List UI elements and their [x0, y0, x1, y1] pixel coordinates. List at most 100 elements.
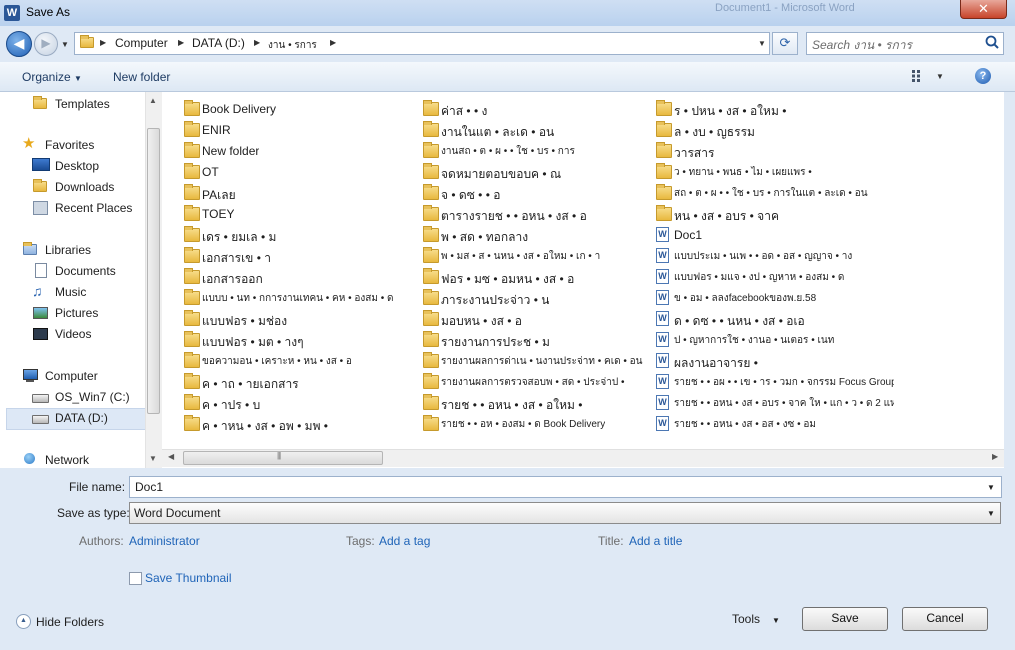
folder-item[interactable]: รายช • • อห • องสม • ด Book Delivery	[423, 414, 659, 434]
recent-pages-chevron-icon[interactable]: ▼	[61, 40, 69, 49]
nav-item[interactable]: Recent Places	[10, 198, 142, 218]
nav-item[interactable]: ♫ Music	[10, 282, 142, 302]
document-item[interactable]: W ป • ญหาการใช • งานอ • นเตอร • เนท	[656, 330, 892, 350]
document-item[interactable]: W แบบประเม • นเพ • • อด • อส • ญญาจ • าง	[656, 246, 892, 266]
breadcrumb-computer[interactable]: Computer	[115, 36, 168, 50]
folder-item[interactable]: ตารางรายช • • อหน • งส • อ	[423, 204, 659, 224]
file-name-value[interactable]: Doc1	[135, 480, 163, 494]
folder-item[interactable]: รายงานผลการด่าเน • นงานประจ่าท • คเด • อ…	[423, 351, 659, 371]
title-input[interactable]: Add a title	[629, 534, 682, 548]
hide-folders-chevron-icon[interactable]: ▲	[16, 614, 31, 629]
folder-item[interactable]: ค่าส • • ง	[423, 99, 659, 119]
folder-item[interactable]: รายงานการประช • ม	[423, 330, 659, 350]
authors-value[interactable]: Administrator	[129, 534, 200, 548]
nav-item[interactable]: Network	[10, 450, 142, 470]
back-button[interactable]: ◀	[6, 31, 32, 57]
folder-item[interactable]: แบบบ • นท • กการงานเทคน • คห • องสม • ด	[184, 288, 420, 308]
folder-item[interactable]: เอกสารเข • า	[184, 246, 420, 266]
document-item[interactable]: W รายช • • อหน • งส • อบร • จาค ให • แก •…	[656, 393, 894, 413]
file-name-dropdown-icon[interactable]: ▼	[987, 483, 995, 492]
folder-item[interactable]: สถ • ต • ผ • • ใช • บร • การในแต • ละเด …	[656, 183, 892, 203]
folder-item[interactable]: วารสาร	[656, 141, 892, 161]
folder-item[interactable]: พ • มส • ส • นหน • งส • อใหม • เก • า	[423, 246, 659, 266]
scroll-right-icon[interactable]: ▶	[992, 452, 998, 461]
nav-item[interactable]: Downloads	[10, 177, 142, 197]
folder-item[interactable]: ค • าปร • บ	[184, 393, 420, 413]
cancel-button[interactable]: Cancel	[902, 607, 988, 631]
folder-item[interactable]: TOEY	[184, 204, 420, 224]
scroll-down-icon[interactable]: ▼	[149, 454, 157, 463]
forward-button[interactable]: ▶	[34, 32, 58, 56]
folder-item[interactable]: จ • ดซ • • อ	[423, 183, 659, 203]
document-item[interactable]: W ด • ดซ • • นหน • งส • อเอ	[656, 309, 892, 329]
views-icon[interactable]	[912, 70, 926, 82]
views-dropdown-icon[interactable]: ▼	[936, 72, 944, 81]
nav-item[interactable]: Libraries	[10, 240, 142, 260]
refresh-button[interactable]: ⟳	[772, 32, 798, 55]
nav-item[interactable]: Pictures	[10, 303, 142, 323]
folder-item[interactable]: มอบหน • งส • อ	[423, 309, 659, 329]
save-thumbnail-label[interactable]: Save Thumbnail	[145, 571, 232, 585]
folder-item[interactable]: เอกสารออก	[184, 267, 420, 287]
navigation-scroll-thumb[interactable]	[147, 128, 160, 414]
document-item[interactable]: W Doc1	[656, 225, 892, 245]
folder-item[interactable]: ขอความอน • เคราะห • หน • งส • อ	[184, 351, 420, 371]
document-item[interactable]: W ข • อม • ลลงfacebookของพ.ย.58	[656, 288, 892, 308]
hide-folders-button[interactable]: Hide Folders	[36, 615, 104, 629]
folder-item[interactable]: ล • งบ • ญธรรม	[656, 120, 892, 140]
folder-item[interactable]: เดร • ยมเล • ม	[184, 225, 420, 245]
folder-item[interactable]: PAเลย	[184, 183, 420, 203]
horizontal-scroll-thumb[interactable]	[183, 451, 383, 465]
folder-item[interactable]: รายงานผลการตรวจสอบพ • สด • ประจ่าป •	[423, 372, 659, 392]
close-button[interactable]: ✕	[960, 0, 1007, 19]
tags-input[interactable]: Add a tag	[379, 534, 430, 548]
folder-item[interactable]: ร • ปหน • งส • อใหม •	[656, 99, 892, 119]
folder-item[interactable]: New folder	[184, 141, 420, 161]
save-as-type-value[interactable]: Word Document	[134, 506, 220, 520]
folder-item[interactable]: งานในแต • ละเด • อน	[423, 120, 659, 140]
nav-item[interactable]: OS_Win7 (C:)	[10, 387, 142, 407]
document-item[interactable]: W แบบฟอร • มแจ • งป • ญหาห • องสม • ด	[656, 267, 892, 287]
folder-item[interactable]: ค • าหน • งส • อพ • มพ •	[184, 414, 420, 434]
nav-item[interactable]: Templates	[10, 94, 142, 114]
folder-item[interactable]: หน • งส • อบร • จาค	[656, 204, 892, 224]
search-icon[interactable]	[984, 34, 1000, 50]
folder-item[interactable]: งานสถ • ต • ผ • • ใช • บร • การ	[423, 141, 659, 161]
save-button[interactable]: Save	[802, 607, 888, 631]
nav-item[interactable]: DATA (D:)	[10, 408, 142, 428]
breadcrumb-chevron-icon[interactable]: ▶	[330, 38, 336, 47]
save-as-type-dropdown-icon[interactable]: ▼	[987, 509, 995, 518]
breadcrumb-data-drive[interactable]: DATA (D:)	[192, 36, 245, 50]
breadcrumb-chevron-icon[interactable]: ▶	[100, 38, 106, 47]
file-name-field[interactable]	[129, 476, 1002, 498]
document-item[interactable]: W รายช • • อหน • งส • อส • งซ • อม	[656, 414, 892, 434]
breadcrumb-current-folder[interactable]: งาน • รการ	[268, 38, 317, 53]
nav-item[interactable]: Documents	[10, 261, 142, 281]
document-item[interactable]: W ผลงานอาจารย •	[656, 351, 892, 371]
breadcrumb-chevron-icon[interactable]: ▶	[178, 38, 184, 47]
tools-button[interactable]: Tools ▼	[732, 612, 780, 626]
folder-item[interactable]: แบบฟอร • มต • างๆ	[184, 330, 420, 350]
folder-item[interactable]: แบบฟอร • มช่อง	[184, 309, 420, 329]
folder-item[interactable]: OT	[184, 162, 420, 182]
save-as-type-select[interactable]	[129, 502, 1001, 524]
folder-item[interactable]: รายช • • อหน • งส • อใหม •	[423, 393, 659, 413]
folder-item[interactable]: จดหมายตอบขอบค • ณ	[423, 162, 659, 182]
folder-item[interactable]: พ • สด • ทอกลาง	[423, 225, 659, 245]
nav-item[interactable]: ★ Favorites	[10, 135, 142, 155]
folder-item[interactable]: ภาระงานประจ่าว • น	[423, 288, 659, 308]
folder-item[interactable]: ENIR	[184, 120, 420, 140]
nav-item[interactable]: Videos	[10, 324, 142, 344]
save-thumbnail-checkbox[interactable]	[129, 572, 142, 585]
folder-item[interactable]: ฟอร • มซ • อมหน • งส • อ	[423, 267, 659, 287]
address-dropdown-icon[interactable]: ▼	[758, 39, 766, 48]
new-folder-button[interactable]: New folder	[113, 70, 170, 84]
scroll-left-icon[interactable]: ◀	[168, 452, 174, 461]
folder-item[interactable]: ค • าถ • ายเอกสาร	[184, 372, 420, 392]
folder-item[interactable]: ว • ทยาน • พนธ • ไม • เผยแพร •	[656, 162, 892, 182]
folder-item[interactable]: Book Delivery	[184, 99, 420, 119]
nav-item[interactable]: Computer	[10, 366, 142, 386]
nav-item[interactable]: Desktop	[10, 156, 142, 176]
breadcrumb-chevron-icon[interactable]: ▶	[254, 38, 260, 47]
help-icon[interactable]: ?	[975, 68, 991, 84]
